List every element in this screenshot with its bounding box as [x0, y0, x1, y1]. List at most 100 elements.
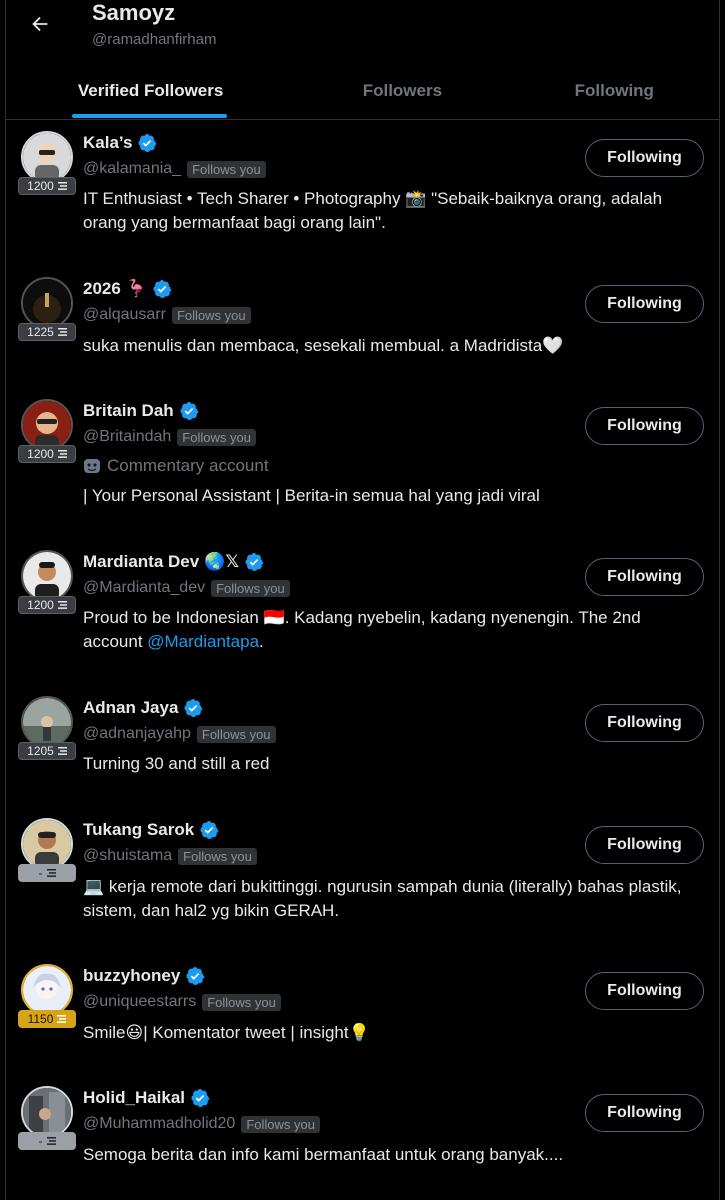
- level-bars-icon: [57, 328, 67, 336]
- tab-following[interactable]: Following: [510, 62, 719, 120]
- display-name[interactable]: Adnan Jaya: [83, 698, 203, 718]
- user-handle[interactable]: @alqausarr: [83, 306, 166, 324]
- user-handle[interactable]: @Britaindah: [83, 428, 171, 446]
- display-name[interactable]: Tukang Sarok: [83, 820, 219, 840]
- level-value: 1225: [27, 325, 54, 339]
- bio-text-end: .: [259, 632, 264, 651]
- user-bio: suka menulis dan membaca, sesekali membu…: [83, 336, 564, 355]
- display-name[interactable]: Mardianta Dev 🌏𝕏: [83, 552, 264, 572]
- user-row[interactable]: 1225 2026 🦩 @alqausarr Follows you Followi…: [6, 277, 719, 377]
- handle-row: @adnanjayahp Follows you: [83, 725, 276, 743]
- display-name[interactable]: Kala’s: [83, 133, 157, 153]
- bio-mention-link[interactable]: @Mardiantapa: [147, 632, 259, 651]
- avatar[interactable]: [21, 964, 73, 1016]
- avatar[interactable]: [21, 399, 73, 451]
- avatar-group[interactable]: 1150: [18, 964, 76, 1030]
- user-handle[interactable]: @kalamania_: [83, 160, 181, 178]
- user-row[interactable]: 1200 Britain Dah @Britaindah Follows you …: [6, 399, 719, 519]
- avatar-group[interactable]: 1205: [18, 696, 76, 762]
- user-name: buzzyhoney: [83, 966, 181, 985]
- following-button[interactable]: Following: [585, 972, 704, 1010]
- following-button[interactable]: Following: [585, 285, 704, 323]
- avatar-group[interactable]: 1200: [18, 399, 76, 465]
- handle-row: @uniqueestarrs Follows you: [83, 993, 281, 1011]
- level-value: 1150: [27, 1012, 54, 1026]
- following-button[interactable]: Following: [585, 139, 704, 177]
- avatar-group[interactable]: 1225: [18, 277, 76, 343]
- tab-followers[interactable]: Followers: [295, 62, 509, 120]
- user-name: Mardianta Dev: [83, 552, 200, 571]
- level-bars-icon: [46, 869, 56, 877]
- level-value: 1200: [27, 179, 54, 193]
- level-badge: 1200: [18, 596, 76, 614]
- display-name[interactable]: buzzyhoney: [83, 966, 205, 986]
- user-handle[interactable]: @Muhammadholid20: [83, 1115, 235, 1133]
- handle-row: @shuistama Follows you: [83, 847, 257, 865]
- user-name: Tukang Sarok: [83, 820, 195, 839]
- active-tab-indicator: [72, 114, 227, 118]
- following-button[interactable]: Following: [585, 826, 704, 864]
- user-row[interactable]: 1205 Adnan Jaya @adnanjayahp Follows you …: [6, 696, 719, 796]
- follows-you-badge: Follows you: [211, 579, 290, 597]
- avatar[interactable]: [21, 1086, 73, 1138]
- avatar[interactable]: [21, 277, 73, 329]
- user-name: 2026: [83, 279, 121, 298]
- user-bio: Smile😃| Komentator tweet | insight💡: [83, 1023, 370, 1042]
- followers-page: Samoyz @ramadhanfirham Verified Follower…: [5, 0, 720, 1200]
- level-value: 1205: [27, 744, 54, 758]
- tab-bar: Verified Followers Followers Following: [6, 62, 719, 120]
- avatar[interactable]: [21, 696, 73, 748]
- following-button[interactable]: Following: [585, 704, 704, 742]
- verified-badge-icon: [200, 821, 219, 839]
- user-handle[interactable]: @uniqueestarrs: [83, 993, 196, 1011]
- user-row[interactable]: 1200 Kala’s @kalamania_ Follows you Follo…: [6, 131, 719, 261]
- follows-you-badge: Follows you: [171, 306, 251, 324]
- back-button[interactable]: [24, 8, 56, 40]
- user-handle[interactable]: @Mardianta_dev: [83, 579, 205, 597]
- level-badge: -: [18, 1132, 76, 1150]
- avatar-group[interactable]: 1200: [18, 550, 76, 616]
- user-bio: 💻 kerja remote dari bukittinggi. ngurusi…: [83, 877, 682, 920]
- user-bio: | Your Personal Assistant | Berita-in se…: [83, 486, 540, 505]
- display-name[interactable]: Holid_Haikal: [83, 1088, 210, 1108]
- avatar[interactable]: [21, 131, 73, 183]
- level-bars-icon: [57, 182, 67, 190]
- name-emoji: 🌏𝕏: [204, 552, 240, 571]
- user-row[interactable]: 1150 buzzyhoney @uniqueestarrs Follows yo…: [6, 964, 719, 1064]
- user-row[interactable]: 1200 Mardianta Dev 🌏𝕏 @Mardianta_dev Follo…: [6, 550, 719, 670]
- avatar[interactable]: [21, 818, 73, 870]
- account-label-text: Commentary account: [107, 456, 269, 475]
- display-name[interactable]: Britain Dah: [83, 401, 199, 421]
- level-value: -: [38, 1134, 43, 1148]
- user-name: Britain Dah: [83, 401, 174, 420]
- user-row[interactable]: - Tukang Sarok @shuistama Follows you Fol…: [6, 818, 719, 948]
- level-value: -: [38, 866, 43, 880]
- following-button[interactable]: Following: [585, 407, 704, 445]
- level-badge: -: [18, 864, 76, 882]
- avatar[interactable]: [21, 550, 73, 602]
- following-button[interactable]: Following: [585, 1094, 704, 1132]
- verified-badge-icon: [245, 553, 264, 571]
- following-button[interactable]: Following: [585, 558, 704, 596]
- level-badge: 1200: [18, 445, 76, 463]
- user-bio: Semoga berita dan info kami bermanfaat u…: [83, 1145, 564, 1164]
- level-badge: 1200: [18, 177, 76, 195]
- user-handle[interactable]: @shuistama: [83, 847, 172, 865]
- user-row[interactable]: - Holid_Haikal @Muhammadholid20 Follows y…: [6, 1086, 719, 1186]
- name-emoji: 🦩: [125, 279, 147, 298]
- follows-you-badge: Follows you: [178, 847, 257, 865]
- avatar-group[interactable]: 1200: [18, 131, 76, 197]
- handle-row: @alqausarr Follows you: [83, 306, 251, 324]
- tab-label: Followers: [362, 81, 443, 100]
- handle-row: @Britaindah Follows you: [83, 428, 256, 446]
- verified-badge-icon: [138, 134, 157, 152]
- user-handle[interactable]: @adnanjayahp: [83, 725, 191, 743]
- avatar-group[interactable]: -: [18, 1086, 76, 1152]
- user-bio: Turning 30 and still a red: [83, 754, 270, 773]
- display-name[interactable]: 2026 🦩: [83, 279, 172, 299]
- verified-badge-icon: [153, 280, 172, 298]
- avatar-group[interactable]: -: [18, 818, 76, 884]
- masks-icon: [84, 459, 100, 473]
- tab-verified-followers[interactable]: Verified Followers: [6, 62, 295, 120]
- follows-you-badge: Follows you: [196, 725, 276, 743]
